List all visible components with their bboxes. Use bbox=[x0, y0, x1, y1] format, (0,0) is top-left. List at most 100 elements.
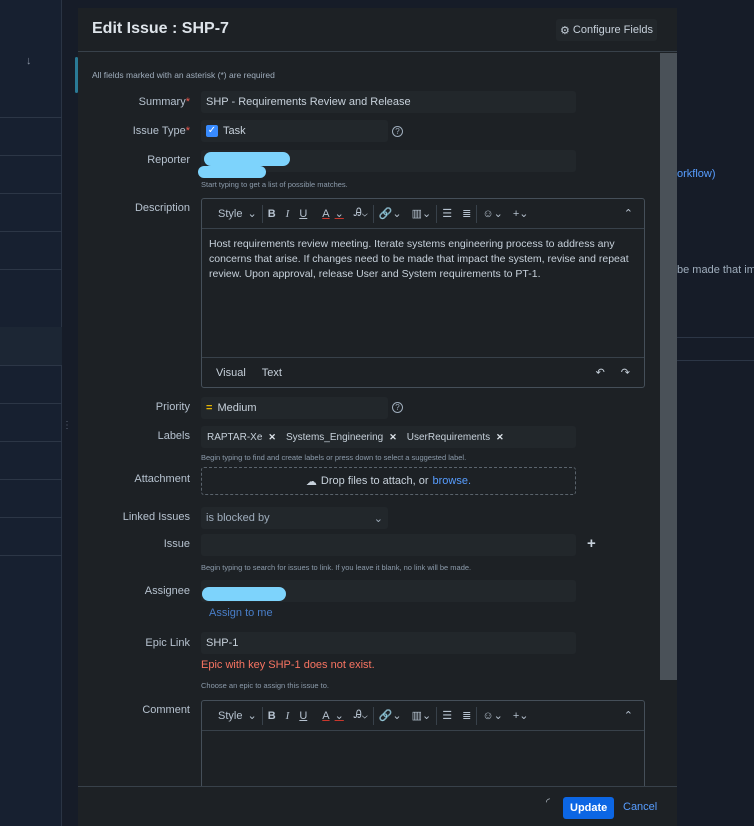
reporter-hint: Start typing to get a list of possible m… bbox=[201, 180, 348, 189]
bold-button[interactable]: B bbox=[263, 208, 281, 220]
issue-hint: Begin typing to search for issues to lin… bbox=[201, 563, 472, 572]
help-icon[interactable]: ? bbox=[392, 126, 403, 137]
numbered-list-icon[interactable]: ≣ bbox=[457, 207, 476, 220]
reporter-label: Reporter bbox=[147, 154, 190, 166]
text-color-button[interactable]: A ⌄ bbox=[312, 709, 349, 722]
sort-down-icon: ↓ bbox=[26, 55, 32, 67]
bold-button[interactable]: B bbox=[263, 710, 281, 722]
bg-selected-row bbox=[0, 327, 62, 365]
priority-label: Priority bbox=[155, 401, 190, 413]
underline-button[interactable]: U bbox=[294, 710, 312, 722]
scrollbar-thumb[interactable] bbox=[660, 53, 677, 680]
bg-divider bbox=[0, 479, 62, 480]
insert-more-icon[interactable]: +⌄ bbox=[508, 207, 534, 220]
issue-type-select[interactable]: ✓ Task bbox=[201, 120, 388, 142]
label-tag: Systems_Engineering ✕ bbox=[285, 431, 397, 443]
bg-divider bbox=[0, 269, 62, 270]
help-icon[interactable]: ? bbox=[392, 402, 403, 413]
italic-button[interactable]: I bbox=[281, 208, 295, 220]
cancel-button[interactable]: Cancel bbox=[623, 801, 657, 813]
redaction-mark bbox=[204, 152, 290, 166]
style-dropdown[interactable]: Style ⌄ bbox=[208, 207, 262, 220]
labels-hint: Begin typing to find and create labels o… bbox=[201, 453, 467, 462]
remove-tag-icon[interactable]: ✕ bbox=[389, 432, 397, 443]
bg-divider bbox=[0, 555, 62, 556]
description-label: Description bbox=[134, 202, 190, 214]
issue-input[interactable] bbox=[201, 534, 576, 556]
assign-to-me-link[interactable]: Assign to me bbox=[209, 607, 273, 619]
gear-icon: ⚙ bbox=[560, 24, 570, 37]
edit-issue-dialog: Edit Issue : SHP-7 ⚙ Configure Fields All… bbox=[78, 8, 677, 826]
issue-label: Issue bbox=[163, 538, 190, 550]
underline-button[interactable]: U bbox=[294, 208, 312, 220]
link-icon[interactable]: 🔗⌄ bbox=[374, 709, 407, 722]
redaction-mark bbox=[198, 166, 266, 178]
epic-link-error: Epic with key SHP-1 does not exist. bbox=[201, 659, 375, 671]
description-textarea[interactable]: Host requirements review meeting. Iterat… bbox=[202, 229, 644, 358]
task-check-icon: ✓ bbox=[206, 125, 218, 137]
attachment-dropzone[interactable]: ☁ Drop files to attach, or browse. bbox=[201, 467, 576, 495]
tab-visual[interactable]: Visual bbox=[208, 367, 254, 379]
bullet-list-icon[interactable]: ☰ bbox=[437, 207, 457, 220]
bullet-list-icon[interactable]: ☰ bbox=[437, 709, 457, 722]
redo-icon[interactable]: ↷ bbox=[613, 366, 638, 379]
emoji-icon[interactable]: ☺⌄ bbox=[477, 207, 507, 220]
bg-description-fragment: be made that imp bbox=[677, 264, 754, 276]
browse-link[interactable]: browse. bbox=[433, 475, 472, 487]
priority-select[interactable]: = Medium bbox=[201, 397, 388, 419]
required-note: All fields marked with an asterisk (*) a… bbox=[92, 70, 275, 80]
remove-tag-icon[interactable]: ✕ bbox=[496, 432, 504, 443]
loading-spinner-icon: ◜ bbox=[546, 797, 550, 808]
attachment-icon[interactable]: ▥⌄ bbox=[407, 709, 437, 722]
text-color-button[interactable]: A ⌄ bbox=[312, 207, 349, 220]
insert-more-icon[interactable]: +⌄ bbox=[508, 709, 534, 722]
bg-divider bbox=[0, 441, 62, 442]
undo-icon[interactable]: ↶ bbox=[588, 366, 613, 379]
bg-divider bbox=[0, 117, 62, 118]
background-detail-panel bbox=[677, 0, 754, 826]
remove-tag-icon[interactable]: ✕ bbox=[268, 432, 276, 443]
comment-editor: Style ⌄ B I U A ⌄ Ꭿ⌄ 🔗⌄ ▥⌄ ☰ ≣ ☺⌄ +⌄ ⌃ bbox=[201, 700, 645, 800]
redaction-mark bbox=[202, 587, 286, 601]
bg-divider bbox=[0, 231, 62, 232]
label-tag: RAPTAR-Xe ✕ bbox=[207, 431, 276, 443]
add-link-icon[interactable]: + bbox=[587, 535, 596, 552]
labels-input[interactable]: RAPTAR-Xe ✕ Systems_Engineering ✕ UserRequ… bbox=[201, 426, 576, 448]
tab-text[interactable]: Text bbox=[254, 367, 290, 379]
background-list-panel bbox=[0, 0, 62, 826]
description-editor: Style ⌄ B I U A ⌄ Ꭿ⌄ 🔗⌄ ▥⌄ ☰ ≣ ☺⌄ +⌄ ⌃ Hos… bbox=[201, 198, 645, 388]
emoji-icon[interactable]: ☺⌄ bbox=[477, 709, 507, 722]
bg-divider bbox=[677, 360, 754, 361]
bg-divider bbox=[677, 337, 754, 338]
summary-input[interactable]: SHP - Requirements Review and Release bbox=[201, 91, 576, 113]
attachment-icon[interactable]: ▥⌄ bbox=[407, 207, 437, 220]
editor-toolbar: Style ⌄ B I U A ⌄ Ꭿ⌄ 🔗⌄ ▥⌄ ☰ ≣ ☺⌄ +⌄ ⌃ bbox=[202, 701, 644, 731]
link-icon[interactable]: 🔗⌄ bbox=[374, 207, 407, 220]
bg-divider bbox=[0, 365, 62, 366]
configure-fields-button[interactable]: ⚙ Configure Fields bbox=[556, 19, 657, 41]
bg-divider bbox=[0, 155, 62, 156]
attachment-label: Attachment bbox=[134, 473, 190, 485]
collapse-toolbar-icon[interactable]: ⌃ bbox=[619, 709, 638, 722]
assignee-label: Assignee bbox=[144, 585, 190, 597]
bg-divider bbox=[0, 517, 62, 518]
labels-label: Labels bbox=[157, 430, 190, 442]
italic-button[interactable]: I bbox=[281, 710, 295, 722]
text-format-icon[interactable]: Ꭿ⌄ bbox=[349, 207, 373, 220]
cloud-upload-icon: ☁ bbox=[305, 475, 317, 488]
comment-label: Comment bbox=[142, 704, 190, 716]
epic-link-input[interactable]: SHP-1 bbox=[201, 632, 576, 654]
label-tag: UserRequirements ✕ bbox=[406, 431, 504, 443]
style-dropdown[interactable]: Style ⌄ bbox=[208, 709, 262, 722]
update-button[interactable]: Update bbox=[563, 797, 615, 819]
linked-issues-select[interactable]: is blocked by ⌄ bbox=[201, 507, 388, 529]
bg-divider bbox=[0, 193, 62, 194]
linked-issues-label: Linked Issues bbox=[122, 511, 190, 523]
numbered-list-icon[interactable]: ≣ bbox=[457, 709, 476, 722]
collapse-toolbar-icon[interactable]: ⌃ bbox=[619, 207, 638, 220]
dialog-title: Edit Issue : SHP-7 bbox=[92, 20, 229, 37]
dialog-header: Edit Issue : SHP-7 ⚙ Configure Fields bbox=[78, 8, 677, 52]
bg-divider bbox=[0, 403, 62, 404]
summary-label: Summary* bbox=[138, 96, 190, 108]
text-format-icon[interactable]: Ꭿ⌄ bbox=[349, 709, 373, 722]
